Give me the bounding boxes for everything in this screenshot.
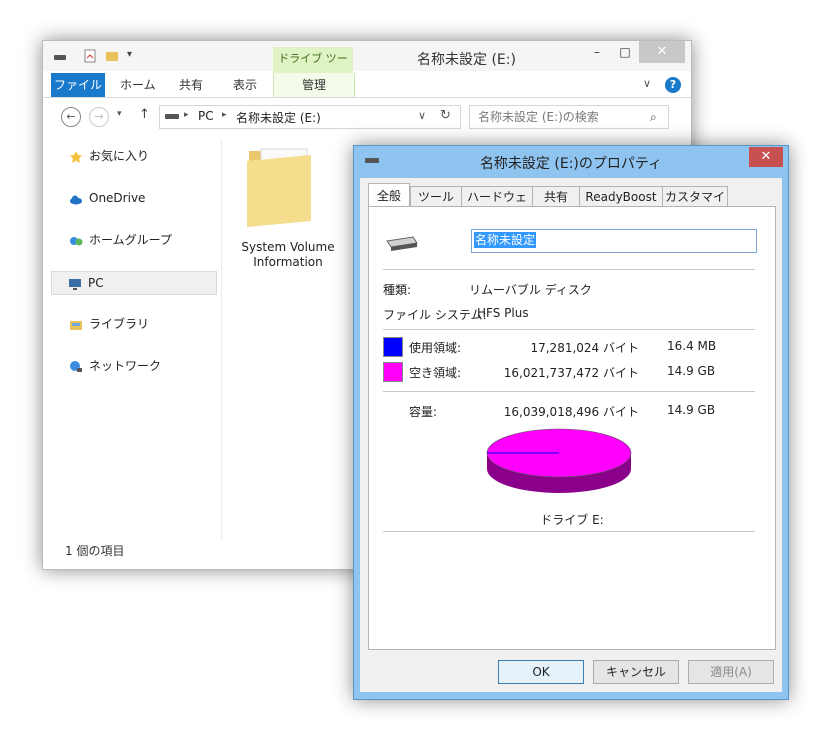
tab-readyboost[interactable]: ReadyBoost (579, 186, 663, 207)
file-system-label: ファイル システム: (383, 308, 487, 322)
dialog-title: 名称未設定 (E:)のプロパティ (479, 156, 663, 172)
drive-icon (164, 110, 180, 125)
file-system-value: HFS Plus (477, 306, 529, 320)
folder-icon[interactable] (241, 141, 331, 231)
star-icon (69, 149, 83, 163)
tab-file[interactable]: ファイル (51, 73, 105, 97)
nav-item-label: OneDrive (89, 191, 146, 205)
free-space-bytes: 16,021,737,472 バイト (503, 366, 639, 380)
nav-item-favorites[interactable]: お気に入り (53, 145, 217, 167)
breadcrumb-drive[interactable]: 名称未設定 (E:) (236, 109, 321, 126)
ok-button[interactable]: OK (498, 660, 584, 684)
removable-drive-icon (383, 233, 419, 256)
capacity-bytes: 16,039,018,496 バイト (503, 405, 639, 419)
free-space-size: 14.9 GB (667, 364, 716, 378)
up-arrow-icon[interactable]: ↑ (139, 107, 150, 122)
explorer-title-bar[interactable]: ▾ ドライブ ツール 名称未設定 (E:) – □ ✕ (43, 41, 691, 89)
ribbon-expand-icon[interactable]: ∨ (643, 77, 651, 90)
apply-button[interactable]: 適用(A) (688, 660, 774, 684)
help-icon[interactable]: ? (665, 77, 681, 93)
breadcrumb-pc[interactable]: PC (198, 109, 214, 123)
nav-item-label: ネットワーク (89, 359, 162, 373)
refresh-icon[interactable]: ↻ (440, 108, 451, 123)
properties-icon[interactable] (83, 49, 97, 63)
disk-usage-pie-chart (486, 428, 632, 493)
volume-name-selected-text: 名称未設定 (474, 232, 537, 248)
breadcrumb-separator-icon[interactable]: ▸ (184, 110, 189, 120)
capacity-size: 14.9 GB (667, 403, 716, 417)
maximize-button[interactable]: □ (611, 41, 639, 63)
divider (383, 391, 755, 392)
type-label: 種類: (383, 283, 412, 297)
free-space-color-swatch (383, 362, 403, 382)
tab-customize[interactable]: カスタマイズ (662, 186, 728, 224)
nav-item-network[interactable]: ネットワーク (53, 355, 217, 377)
explorer-window-title: 名称未設定 (E:) (417, 52, 516, 68)
back-arrow-icon[interactable]: ← (61, 107, 81, 127)
network-icon (69, 359, 83, 373)
nav-item-label: PC (88, 276, 104, 290)
navigation-bar: ← → ▾ ↑ ▸ PC ▸ 名称未設定 (E:) ∨ ↻ 名称未設定 (E:)… (43, 101, 691, 133)
divider (383, 531, 755, 532)
breadcrumb-separator-icon[interactable]: ▸ (222, 110, 227, 120)
divider (383, 329, 755, 330)
qat-dropdown-icon[interactable]: ▾ (127, 49, 132, 60)
navigation-pane: お気に入り OneDrive ホームグループ PC ライブラリ ネットワーク (43, 139, 222, 539)
address-bar[interactable]: ▸ PC ▸ 名称未設定 (E:) ∨ ↻ (159, 105, 461, 129)
drive-letter-label: ドライブ E: (540, 513, 604, 527)
folder-label[interactable]: System Volume Information (233, 240, 343, 270)
tab-view[interactable]: 表示 (233, 73, 257, 97)
used-space-bytes: 17,281,024 バイト (530, 341, 639, 355)
nav-item-label: お気に入り (89, 149, 150, 163)
nav-item-onedrive[interactable]: OneDrive (53, 187, 217, 209)
dialog-close-button[interactable]: ✕ (749, 147, 783, 167)
nav-item-label: ホームグループ (89, 233, 172, 247)
tab-home[interactable]: ホーム (120, 73, 156, 97)
drive-icon (53, 49, 67, 63)
cloud-icon (69, 191, 83, 205)
minimize-button[interactable]: – (583, 41, 611, 63)
dialog-title-bar[interactable]: 名称未設定 (E:)のプロパティ ✕ (354, 146, 788, 176)
nav-item-label: ライブラリ (89, 317, 150, 331)
tab-manage[interactable]: 管理 (273, 73, 355, 97)
explorer-close-button[interactable]: ✕ (639, 41, 685, 63)
volume-name-input[interactable]: 名称未設定 (471, 229, 757, 253)
recent-locations-icon[interactable]: ▾ (117, 109, 122, 119)
used-space-color-swatch (383, 337, 403, 357)
tab-sharing[interactable]: 共有 (532, 186, 580, 207)
drive-tools-context-tab: ドライブ ツール (273, 47, 353, 89)
tab-share[interactable]: 共有 (179, 73, 203, 97)
forward-arrow-icon[interactable]: → (89, 107, 109, 127)
cancel-button[interactable]: キャンセル (593, 660, 679, 684)
homegroup-icon (69, 233, 83, 247)
capacity-label: 容量: (409, 405, 438, 419)
properties-dialog[interactable]: 名称未設定 (E:)のプロパティ ✕ 全般 ツール ハードウェア 共有 Read… (353, 145, 789, 700)
library-icon (69, 317, 83, 331)
computer-icon (68, 276, 82, 290)
tab-tools[interactable]: ツール (410, 186, 462, 207)
nav-item-homegroup[interactable]: ホームグループ (53, 229, 217, 251)
used-space-size: 16.4 MB (667, 339, 717, 353)
search-input[interactable]: 名称未設定 (E:)の検索 ⌕ (469, 105, 669, 129)
search-icon[interactable]: ⌕ (650, 106, 657, 128)
address-history-icon[interactable]: ∨ (418, 109, 426, 122)
search-placeholder: 名称未設定 (E:)の検索 (478, 110, 599, 124)
status-bar-text: 1 個の項目 (65, 544, 125, 558)
free-space-label: 空き領域: (409, 366, 462, 380)
tab-hardware[interactable]: ハードウェア (461, 186, 533, 224)
general-tab-panel: 名称未設定 種類: リムーバブル ディスク ファイル システム: HFS Plu… (368, 206, 776, 650)
used-space-label: 使用領域: (409, 341, 462, 355)
tab-general[interactable]: 全般 (368, 183, 410, 208)
divider (383, 269, 755, 270)
new-folder-icon[interactable] (105, 49, 119, 63)
dialog-body: 全般 ツール ハードウェア 共有 ReadyBoost カスタマイズ 名称未設定… (360, 178, 782, 692)
nav-item-pc[interactable]: PC (51, 271, 217, 295)
nav-item-libraries[interactable]: ライブラリ (53, 313, 217, 335)
type-value: リムーバブル ディスク (469, 283, 592, 297)
